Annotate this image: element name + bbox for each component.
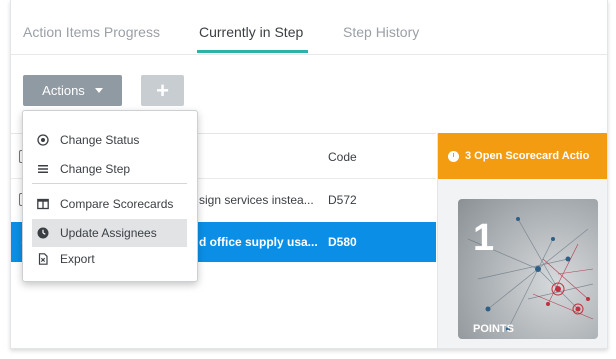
list-lines-icon bbox=[37, 163, 49, 175]
tab-action-items-progress[interactable]: Action Items Progress bbox=[23, 24, 160, 40]
points-card[interactable]: 1 POINTS bbox=[458, 199, 598, 339]
file-export-icon bbox=[37, 253, 49, 265]
menu-item-export[interactable]: Export bbox=[23, 245, 187, 273]
column-header-code[interactable]: Code bbox=[328, 150, 357, 164]
table-row-title[interactable]: d office supply usa... bbox=[199, 235, 318, 249]
clock-icon bbox=[448, 150, 459, 162]
active-tab-indicator bbox=[197, 50, 308, 53]
scorecard-panel: 3 Open Scorecard Actio 1 POINTS bbox=[437, 133, 607, 348]
points-value: 1 bbox=[473, 217, 495, 259]
actions-button-label: Actions bbox=[42, 83, 85, 98]
tab-bar: Action Items Progress Currently in Step … bbox=[11, 0, 607, 55]
table-row-title[interactable]: sign services instea... bbox=[199, 193, 314, 207]
menu-item-label: Change Status bbox=[60, 133, 140, 147]
banner-text: 3 Open Scorecard Actio bbox=[465, 150, 590, 162]
columns-icon bbox=[37, 198, 49, 210]
menu-item-compare-scorecards[interactable]: Compare Scorecards bbox=[23, 190, 187, 218]
menu-item-label: Compare Scorecards bbox=[60, 197, 174, 211]
menu-item-update-assignees[interactable]: Update Assignees bbox=[32, 219, 187, 247]
actions-button[interactable]: Actions bbox=[23, 75, 122, 106]
caret-down-icon bbox=[94, 88, 103, 93]
points-label: POINTS bbox=[473, 323, 514, 335]
radio-dot-icon bbox=[37, 134, 49, 146]
table-row-code: D580 bbox=[328, 235, 357, 249]
menu-item-change-step[interactable]: Change Step bbox=[23, 155, 187, 183]
menu-item-change-status[interactable]: Change Status bbox=[23, 126, 187, 154]
tab-currently-in-step[interactable]: Currently in Step bbox=[199, 24, 303, 40]
menu-separator bbox=[32, 183, 187, 184]
menu-item-label: Change Step bbox=[60, 162, 131, 176]
add-button[interactable]: + bbox=[141, 75, 184, 106]
clock-icon bbox=[37, 227, 49, 239]
tab-step-history[interactable]: Step History bbox=[343, 24, 419, 40]
menu-item-label: Update Assignees bbox=[60, 226, 157, 240]
plus-icon: + bbox=[156, 77, 169, 103]
table-row-code: D572 bbox=[328, 193, 357, 207]
menu-item-label: Export bbox=[60, 252, 95, 266]
actions-dropdown-menu: Change Status Change Step Compare Scorec… bbox=[22, 110, 198, 282]
open-scorecard-banner[interactable]: 3 Open Scorecard Actio bbox=[438, 133, 607, 179]
